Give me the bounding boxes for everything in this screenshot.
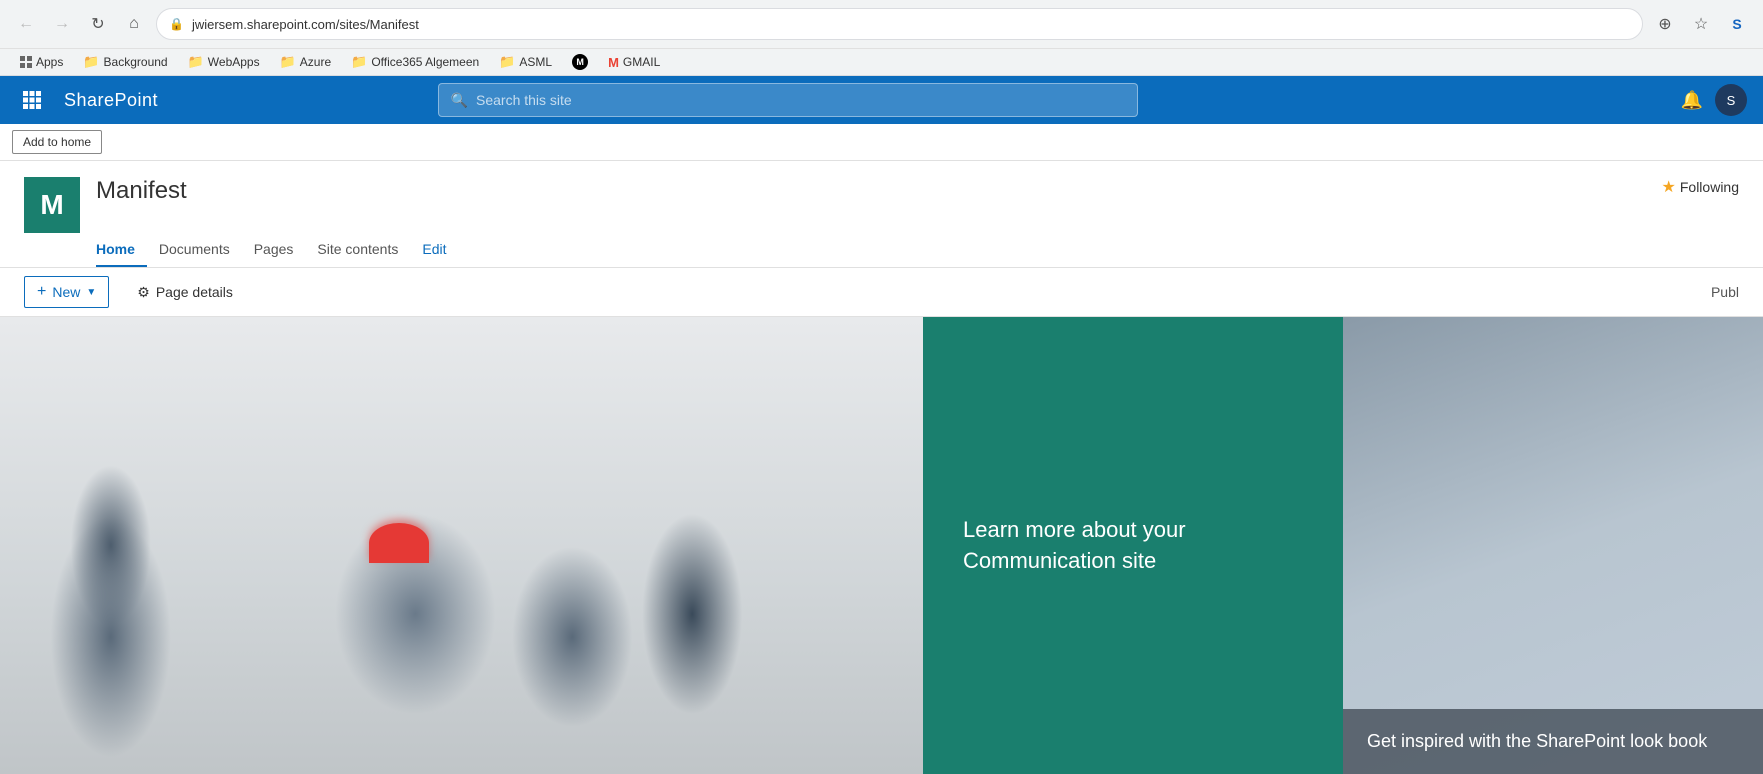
bookmark-background[interactable]: 📁 Background (75, 52, 175, 72)
page-toolbar: + New ▼ ⚙ Page details Publ (0, 268, 1763, 317)
browser-chrome: ← → ↻ ⌂ 🔒 jwiersem.sharepoint.com/sites/… (0, 0, 1763, 76)
following-label: Following (1680, 179, 1739, 195)
plus-icon: + (37, 283, 46, 301)
bookmark-apps-label: Apps (36, 55, 63, 69)
lock-icon: 🔒 (169, 17, 184, 31)
browser-toolbar: ← → ↻ ⌂ 🔒 jwiersem.sharepoint.com/sites/… (0, 0, 1763, 48)
bookmark-background-label: Background (104, 55, 168, 69)
folder-icon-office365: 📁 (351, 54, 367, 70)
profile-initials: S (1727, 93, 1736, 108)
publish-area: Publ (1711, 284, 1739, 300)
bookmark-gmail[interactable]: M GMAIL (600, 53, 668, 72)
site-title: Manifest (96, 177, 187, 205)
search-bar[interactable]: 🔍 (438, 83, 1138, 117)
folder-icon-background: 📁 (83, 54, 99, 70)
bookmark-monday[interactable]: M (564, 52, 596, 72)
folder-icon-azure: 📁 (280, 54, 296, 70)
hero-teal-panel[interactable]: Learn more about your Communication site (923, 317, 1343, 774)
site-identity-area: M Manifest (24, 177, 187, 233)
chevron-down-icon: ▼ (86, 287, 96, 298)
bookmark-azure-label: Azure (300, 55, 331, 69)
back-button[interactable]: ← (12, 10, 40, 38)
new-button-label: New (52, 284, 80, 300)
bookmark-asml[interactable]: 📁 ASML (491, 52, 560, 72)
forward-button[interactable]: → (48, 10, 76, 38)
page-details-button[interactable]: ⚙ Page details (125, 278, 245, 307)
url-text: jwiersem.sharepoint.com/sites/Manifest (192, 17, 1630, 32)
page-details-label: Page details (156, 284, 233, 300)
site-header-row: M Manifest ★ Following (0, 161, 1763, 233)
bookmark-webapps-label: WebApps (208, 55, 260, 69)
bookmarks-bar: Apps 📁 Background 📁 WebApps 📁 Azure 📁 Of… (0, 48, 1763, 75)
sharepoint-header: SharePoint 🔍 🔔 S (0, 76, 1763, 124)
bookmark-star-icon[interactable]: ☆ (1687, 10, 1715, 38)
add-to-home-button[interactable]: Add to home (12, 130, 102, 154)
apps-grid-icon (20, 56, 32, 68)
search-input[interactable] (476, 92, 1125, 108)
nav-item-edit[interactable]: Edit (410, 233, 458, 267)
waffle-icon[interactable] (16, 84, 48, 116)
nav-item-pages[interactable]: Pages (242, 233, 306, 267)
gear-icon: ⚙ (137, 284, 150, 301)
sharepoint-logo[interactable]: SharePoint (64, 90, 158, 111)
new-button[interactable]: + New ▼ (24, 276, 109, 308)
add-to-home-bar: Add to home (0, 124, 1763, 161)
folder-icon-webapps: 📁 (188, 54, 204, 70)
browser-actions: ⊕ ☆ S (1651, 10, 1751, 38)
cast-icon[interactable]: ⊕ (1651, 10, 1679, 38)
bookmark-office365-label: Office365 Algemeen (371, 55, 479, 69)
profile-icon[interactable]: S (1723, 10, 1751, 38)
home-button[interactable]: ⌂ (120, 10, 148, 38)
refresh-button[interactable]: ↻ (84, 10, 112, 38)
nav-item-documents[interactable]: Documents (147, 233, 242, 267)
publish-label: Publ (1711, 284, 1739, 300)
folder-icon-asml: 📁 (499, 54, 515, 70)
bookmark-office365[interactable]: 📁 Office365 Algemeen (343, 52, 487, 72)
hero-right-panel[interactable]: Get inspired with the SharePoint look bo… (1343, 317, 1763, 774)
monday-icon: M (572, 54, 588, 70)
nav-item-site-contents[interactable]: Site contents (305, 233, 410, 267)
bookmark-webapps[interactable]: 📁 WebApps (180, 52, 268, 72)
header-right-area: 🔔 S (1681, 84, 1747, 116)
site-logo-letter: M (40, 189, 63, 221)
site-header-right: ★ Following (1662, 177, 1739, 205)
gmail-icon: M (608, 55, 619, 70)
hero-image-left (0, 317, 923, 774)
site-navigation: Home Documents Pages Site contents Edit (0, 233, 1763, 268)
bookmark-apps[interactable]: Apps (12, 53, 71, 71)
bookmark-gmail-label: GMAIL (623, 55, 660, 69)
site-title-area: Manifest (96, 177, 187, 211)
nav-item-home[interactable]: Home (96, 233, 147, 267)
hero-section: Learn more about your Communication site… (0, 317, 1763, 774)
following-button[interactable]: ★ Following (1662, 177, 1739, 197)
hero-right-overlay: Get inspired with the SharePoint look bo… (1343, 709, 1763, 774)
notification-bell-icon[interactable]: 🔔 (1681, 90, 1703, 111)
site-logo: M (24, 177, 80, 233)
address-bar[interactable]: 🔒 jwiersem.sharepoint.com/sites/Manifest (156, 8, 1643, 40)
hero-teal-title: Learn more about your Communication site (963, 515, 1303, 577)
search-icon: 🔍 (451, 92, 468, 109)
hero-right-title: Get inspired with the SharePoint look bo… (1367, 729, 1739, 754)
bookmark-azure[interactable]: 📁 Azure (272, 52, 340, 72)
star-icon: ★ (1662, 177, 1676, 197)
bookmark-asml-label: ASML (519, 55, 552, 69)
profile-avatar[interactable]: S (1715, 84, 1747, 116)
